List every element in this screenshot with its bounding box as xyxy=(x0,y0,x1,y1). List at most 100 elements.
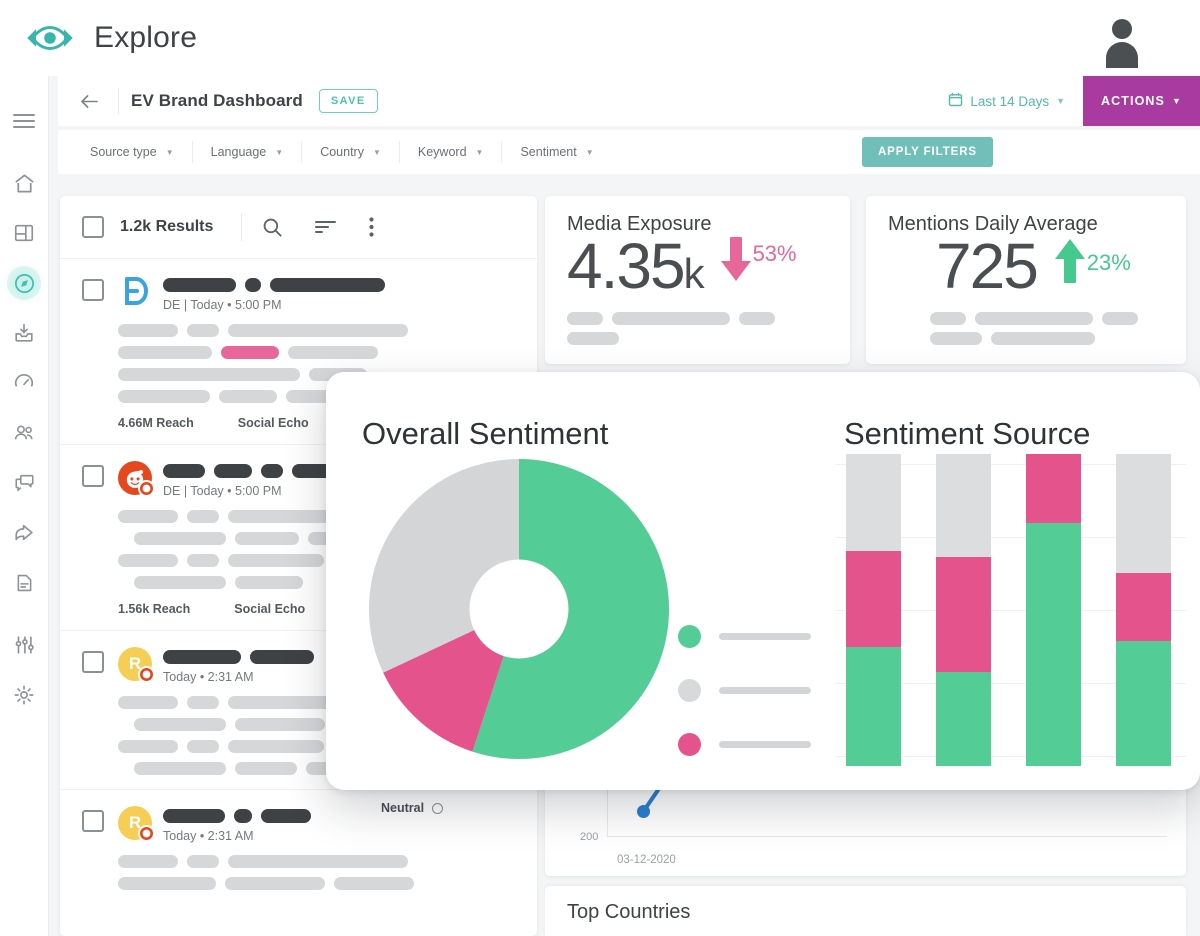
overall-sentiment-donut-chart[interactable] xyxy=(369,459,669,759)
legend-item-neutral[interactable] xyxy=(678,679,811,702)
actions-button[interactable]: ACTIONS ▼ xyxy=(1083,76,1200,126)
data-point-marker[interactable] xyxy=(637,805,650,818)
neutral-label: Neutral xyxy=(381,801,425,815)
date-range-selector[interactable]: Last 14 Days ▼ xyxy=(948,92,1083,110)
legend-label-negative xyxy=(719,741,811,748)
reach-value: 4.66M Reach xyxy=(118,416,194,430)
bar-source-4[interactable] xyxy=(1116,454,1171,766)
apply-filters-button[interactable]: APPLY FILTERS xyxy=(861,137,993,167)
filter-country[interactable]: Country ▼ xyxy=(302,141,400,163)
dashboard-layout-icon xyxy=(13,222,35,244)
bar-segment-neutral xyxy=(1116,454,1171,573)
sidebar-item-conversations[interactable] xyxy=(7,466,41,500)
sidebar-item-share[interactable] xyxy=(7,516,41,550)
circle-outline-icon xyxy=(432,802,444,814)
chevron-down-icon: ▼ xyxy=(165,147,174,157)
chevron-down-icon: ▼ xyxy=(1171,96,1182,106)
sort-icon[interactable] xyxy=(315,219,337,235)
sentiment-overlay-card: Overall Sentiment Sentiment Source xyxy=(326,372,1200,790)
user-initial-icon: R xyxy=(118,806,155,842)
sentiment-source-title: Sentiment Source xyxy=(844,416,1091,451)
more-vertical-icon[interactable] xyxy=(369,217,374,237)
sentiment-source-bar-chart[interactable] xyxy=(836,454,1186,766)
sidebar-item-menu[interactable] xyxy=(7,104,41,138)
kpi-value-row: 4.35k 53% xyxy=(567,234,828,298)
row-checkbox[interactable] xyxy=(82,810,104,832)
sidebar-item-performance[interactable] xyxy=(7,366,41,400)
chevron-down-icon: ▼ xyxy=(585,147,594,157)
list-item-top: DE | Today • 5:00 PM xyxy=(118,275,515,312)
brand-header: Explore xyxy=(0,0,1200,76)
x-axis xyxy=(607,836,1167,837)
legend-dot-negative xyxy=(678,733,701,756)
sidebar-item-dashboards[interactable] xyxy=(7,216,41,250)
avatar[interactable] xyxy=(1122,10,1178,66)
sidebar-item-settings-sliders[interactable] xyxy=(7,628,41,662)
sidebar-item-explore[interactable] xyxy=(2,261,46,305)
top-countries-title: Top Countries xyxy=(567,901,691,923)
header-divider xyxy=(241,213,243,241)
title-skeleton xyxy=(163,809,515,823)
list-item-body: R Today • 2:31 AM xyxy=(118,806,515,890)
filter-label: Sentiment xyxy=(520,145,577,159)
user-initial-icon: R xyxy=(118,647,155,683)
sidebar-item-home[interactable] xyxy=(7,166,41,200)
content-skeleton xyxy=(118,855,515,890)
overall-sentiment-title: Overall Sentiment xyxy=(362,416,609,451)
sidebar-item-downloads[interactable] xyxy=(7,316,41,350)
reach-value: 1.56k Reach xyxy=(118,602,191,616)
gear-icon xyxy=(13,684,35,706)
sidebar-rail xyxy=(0,76,49,936)
arrow-up-icon xyxy=(1053,237,1087,288)
back-button[interactable] xyxy=(72,84,106,118)
kpi-delta-value: 53% xyxy=(752,240,797,266)
sidebar-item-settings[interactable] xyxy=(7,678,41,712)
chat-bubbles-icon xyxy=(13,472,36,494)
kpi-card-media-exposure: Media Exposure 4.35k 53% xyxy=(545,196,850,364)
save-button[interactable]: SAVE xyxy=(318,89,378,113)
chevron-down-icon: ▼ xyxy=(372,147,381,157)
arrow-down-icon xyxy=(719,237,753,288)
legend-item-positive[interactable] xyxy=(678,625,811,648)
date-range-label: Last 14 Days xyxy=(970,93,1050,109)
sidebar-item-audience[interactable] xyxy=(7,416,41,450)
kpi-value-row: 725 23% xyxy=(888,234,1164,298)
filter-label: Keyword xyxy=(417,145,467,159)
select-all-checkbox[interactable] xyxy=(82,216,104,238)
app-window: Explore EV Brand Dashboard SAVE Last 14 … xyxy=(0,0,1200,936)
page-title: EV Brand Dashboard xyxy=(131,91,303,110)
filter-source-type[interactable]: Source type ▼ xyxy=(72,141,193,163)
toolbar-right: Last 14 Days ▼ ACTIONS ▼ xyxy=(948,76,1200,126)
sidebar-item-reports[interactable] xyxy=(7,566,41,600)
legend-item-negative[interactable] xyxy=(678,733,811,756)
bar-segment-neutral xyxy=(936,454,991,557)
filter-language[interactable]: Language ▼ xyxy=(193,141,303,163)
sliders-icon xyxy=(13,634,35,656)
filter-label: Language xyxy=(210,145,267,159)
users-icon xyxy=(13,422,36,444)
document-icon xyxy=(14,572,35,594)
share-arrow-icon xyxy=(13,522,36,544)
source-badge-icon xyxy=(138,666,155,683)
donut-hole xyxy=(469,559,569,659)
search-icon[interactable] xyxy=(262,217,283,238)
list-item[interactable]: R Today • 2:31 AM xyxy=(60,790,537,904)
filter-keyword[interactable]: Keyword ▼ xyxy=(400,141,503,163)
row-checkbox[interactable] xyxy=(82,279,104,301)
gauge-icon xyxy=(13,372,35,394)
bar-source-2[interactable] xyxy=(936,454,991,766)
bar-segment-negative xyxy=(1116,572,1171,642)
row-checkbox[interactable] xyxy=(82,465,104,487)
filter-label: Source type xyxy=(90,145,157,159)
sentiment-legend xyxy=(678,625,811,756)
list-item-top: R Today • 2:31 AM xyxy=(118,806,515,843)
bar-source-3[interactable] xyxy=(1026,454,1081,766)
kpi-card-mentions-daily-average: Mentions Daily Average 725 23% xyxy=(866,196,1186,364)
kpi-delta: 23% xyxy=(1053,237,1131,288)
dashboard-toolbar: EV Brand Dashboard SAVE Last 14 Days ▼ A… xyxy=(58,76,1200,126)
bar-segment-negative xyxy=(846,550,901,648)
row-checkbox[interactable] xyxy=(82,651,104,673)
eye-code-logo-icon[interactable] xyxy=(22,21,78,55)
bar-source-1[interactable] xyxy=(846,454,901,766)
filter-sentiment[interactable]: Sentiment ▼ xyxy=(502,141,611,163)
